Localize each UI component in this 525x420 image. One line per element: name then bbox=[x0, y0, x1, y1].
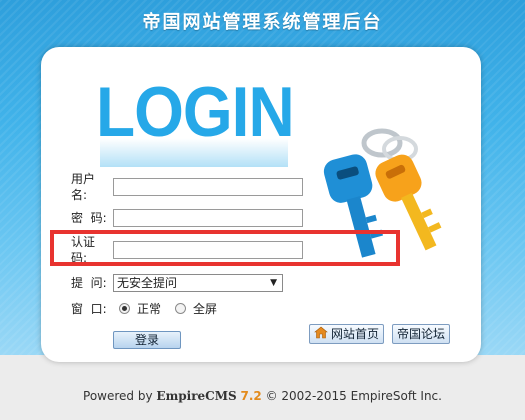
window-fullscreen-radio[interactable] bbox=[175, 303, 186, 314]
site-home-label: 网站首页 bbox=[331, 327, 380, 341]
login-logo: LOGIN bbox=[96, 72, 295, 152]
forum-label: 帝国论坛 bbox=[397, 327, 446, 341]
question-select-value: 无安全提问 bbox=[117, 276, 178, 290]
question-label: 提 问: bbox=[71, 276, 107, 290]
footer-background bbox=[0, 355, 525, 420]
footer-powered-by: Powered by bbox=[83, 389, 153, 403]
window-normal-radio[interactable] bbox=[119, 303, 130, 314]
window-label: 窗 口: bbox=[71, 302, 107, 316]
footer-copyright: © 2002-2015 EmpireSoft Inc. bbox=[265, 389, 442, 403]
footer: Powered by EmpireCMS 7.2 © 2002-2015 Emp… bbox=[0, 389, 525, 403]
login-button[interactable]: 登录 bbox=[113, 331, 181, 349]
question-select[interactable]: 无安全提问 ▼ bbox=[113, 274, 283, 292]
footer-product: EmpireCMS bbox=[156, 389, 237, 403]
username-label-line1: 用户 bbox=[71, 172, 96, 186]
window-normal-label: 正常 bbox=[137, 302, 162, 316]
footer-version: 7.2 bbox=[240, 389, 262, 403]
dropdown-arrow-icon: ▼ bbox=[270, 278, 277, 288]
window-fullscreen-label: 全屏 bbox=[193, 302, 218, 316]
site-home-button[interactable]: 网站首页 bbox=[309, 324, 385, 344]
username-label-line2: 名: bbox=[71, 188, 88, 202]
password-label: 密 码: bbox=[71, 211, 107, 225]
home-icon bbox=[314, 326, 328, 344]
username-input[interactable] bbox=[113, 178, 303, 196]
captcha-highlight-box bbox=[50, 230, 400, 266]
password-input[interactable] bbox=[113, 209, 303, 227]
page-title: 帝国网站管理系统管理后台 bbox=[142, 12, 383, 33]
forum-button[interactable]: 帝国论坛 bbox=[392, 324, 451, 344]
